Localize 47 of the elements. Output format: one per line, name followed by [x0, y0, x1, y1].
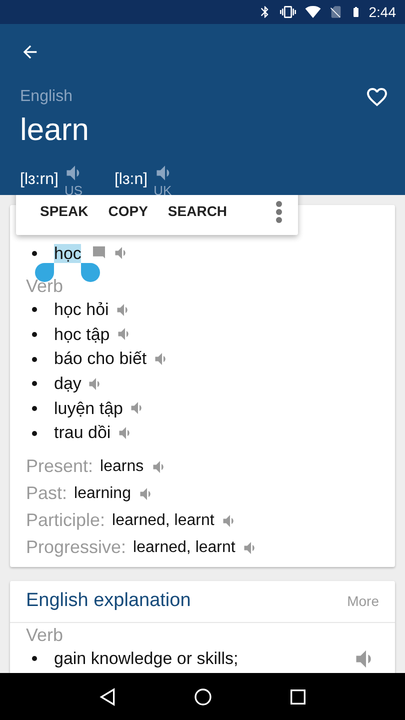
pronunciation-text: [lɜ:rn]: [20, 170, 58, 190]
bullet-icon: [32, 250, 37, 256]
menu-action[interactable]: SEARCH: [158, 195, 238, 230]
wifi-icon: [304, 4, 322, 20]
vibrate-icon: [278, 4, 297, 20]
form-label: Participle:: [26, 509, 106, 532]
recents-icon[interactable]: [288, 686, 308, 706]
language-label: English: [20, 87, 72, 107]
bullet-icon: [32, 406, 37, 411]
home-icon[interactable]: [192, 686, 212, 706]
heart-icon: [365, 85, 389, 109]
back-icon[interactable]: [98, 686, 118, 706]
selection-handle[interactable]: [81, 262, 100, 282]
part-of-speech: Verb: [26, 276, 64, 298]
menu-action[interactable]: COPY: [98, 195, 158, 230]
region-label: UK: [154, 184, 172, 198]
pronunciation-text: [lɜ:n]: [114, 170, 148, 190]
headword: learn: [20, 113, 89, 148]
bullet-icon: [32, 430, 37, 436]
bullet-icon: [32, 656, 37, 662]
form-value: learned, learnt: [112, 510, 214, 531]
favorite-button[interactable]: [365, 85, 389, 109]
definition-text[interactable]: học: [54, 244, 82, 263]
form-label: Progressive:: [26, 536, 126, 560]
form-label: Past:: [26, 482, 68, 506]
clock-time: 2:44: [368, 2, 396, 22]
form-value: learns: [100, 456, 144, 477]
more-icon: [276, 200, 282, 224]
part-of-speech: Verb: [26, 624, 64, 646]
bullet-icon: [32, 307, 37, 312]
form-value: learned, learnt: [133, 538, 236, 558]
no-sim-icon: [328, 4, 343, 20]
definition-text[interactable]: học tập: [54, 324, 110, 344]
definition-text[interactable]: báo cho biết: [54, 349, 147, 368]
definition-text[interactable]: trau dồi: [54, 423, 111, 442]
form-value: learning: [74, 484, 131, 504]
form-label: Present:: [26, 455, 94, 478]
definition-text[interactable]: luyện tập: [54, 398, 123, 418]
region-label: US: [64, 184, 83, 198]
bullet-icon: [32, 332, 37, 337]
section-title: English explanation: [26, 589, 191, 614]
bullet-icon: [32, 381, 37, 386]
menu-action[interactable]: SPEAK: [30, 195, 98, 230]
definition-text[interactable]: học hỏi: [54, 300, 109, 319]
definition-text[interactable]: dạy: [54, 374, 82, 393]
explanation-text: gain knowledge or skills;: [54, 648, 238, 670]
bullet-icon: [32, 356, 37, 362]
